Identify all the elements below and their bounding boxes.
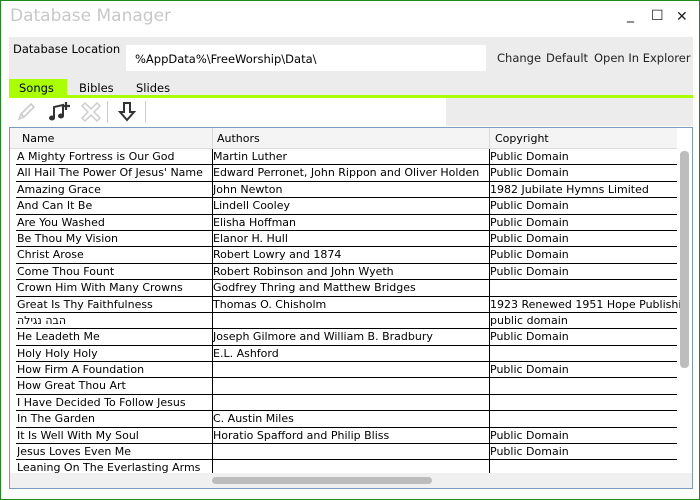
- table-row[interactable]: Be Thou My Vision Elanor H. Hull Public Do…: [16, 231, 677, 248]
- table-row[interactable]: Jesus Loves Even Me Public Domain: [16, 444, 677, 461]
- column-header-name[interactable]: Name: [22, 132, 54, 145]
- column-header-authors[interactable]: Authors: [217, 132, 260, 145]
- copyright-cell: Public Domain: [490, 231, 569, 245]
- pencil-icon[interactable]: [12, 100, 40, 124]
- table-row[interactable]: Holy Holy Holy E.L. Ashford: [16, 346, 677, 363]
- table-row[interactable]: Amazing Grace John Newton 1982 Jubilate Hy…: [16, 182, 677, 199]
- open-in-explorer-button[interactable]: Open In Explorer: [594, 51, 691, 65]
- table-body: A Mighty Fortress is Our God Martin Luthe…: [16, 149, 680, 477]
- maximize-button[interactable]: ☐: [651, 8, 664, 24]
- table-row[interactable]: How Great Thou Art: [16, 378, 677, 395]
- authors-cell: Elanor H. Hull: [213, 231, 288, 245]
- vertical-scroll-thumb[interactable]: [680, 151, 689, 368]
- table-row[interactable]: I Have Decided To Follow Jesus: [16, 395, 677, 412]
- name-cell: Come Thou Fount: [17, 264, 115, 278]
- name-cell: And Can It Be: [17, 199, 93, 213]
- toolbar-separator: [107, 101, 108, 123]
- name-cell: Are You Washed: [17, 215, 105, 229]
- authors-cell: Martin Luther: [213, 150, 288, 163]
- name-cell: It Is Well With My Soul: [17, 428, 139, 442]
- horizontal-scroll-thumb[interactable]: [212, 477, 432, 484]
- copyright-cell: Public Domain: [490, 248, 569, 262]
- authors-cell: Lindell Cooley: [213, 199, 290, 213]
- authors-cell: Robert Robinson and John Wyeth: [213, 264, 394, 278]
- close-button[interactable]: ✕: [676, 9, 688, 25]
- change-button[interactable]: Change: [497, 51, 541, 65]
- name-cell: Christ Arose: [17, 248, 84, 262]
- table-row[interactable]: And Can It Be Lindell Cooley Public Domain: [16, 198, 677, 215]
- minimize-button[interactable]: _: [627, 7, 634, 23]
- table-row[interactable]: In The Garden C. Austin Miles: [16, 411, 677, 428]
- authors-cell: Edward Perronet, John Rippon and Oliver …: [213, 166, 480, 180]
- location-panel: Database Location %AppData%\FreeWorship\…: [9, 37, 693, 97]
- copyright-cell: Public Domain: [490, 363, 569, 377]
- name-cell: Be Thou My Vision: [17, 231, 119, 245]
- default-button[interactable]: Default: [546, 51, 588, 65]
- table-row[interactable]: He Leadeth Me Joseph Gilmore and William …: [16, 329, 677, 346]
- name-cell: In The Garden: [17, 412, 95, 426]
- authors-cell: Joseph Gilmore and William B. Bradbury: [213, 330, 433, 344]
- column-header-copyright[interactable]: Copyright: [495, 132, 549, 145]
- name-cell: A Mighty Fortress is Our God: [17, 150, 175, 163]
- name-cell: הבה נגילה: [17, 313, 67, 327]
- database-manager-window: Database Manager _ ☐ ✕ Database Location…: [0, 0, 700, 500]
- name-cell: Crown Him With Many Crowns: [17, 281, 183, 295]
- window-title: Database Manager: [10, 6, 172, 26]
- table-row[interactable]: Great Is Thy Faithfulness Thomas O. Chish…: [16, 297, 680, 313]
- database-location-label: Database Location: [13, 42, 121, 56]
- name-cell: I Have Decided To Follow Jesus: [17, 395, 186, 409]
- copyright-cell: public domain: [490, 313, 568, 327]
- copyright-cell: 1982 Jubilate Hymns Limited: [490, 182, 649, 196]
- copyright-cell: Public Domain: [490, 428, 569, 442]
- name-cell: Great Is Thy Faithfulness: [17, 297, 153, 311]
- table-row[interactable]: How Firm A Foundation Public Domain: [16, 362, 677, 379]
- add-song-icon[interactable]: [45, 100, 73, 124]
- authors-cell: Godfrey Thring and Matthew Bridges: [213, 281, 416, 295]
- name-cell: How Firm A Foundation: [17, 363, 145, 377]
- toolbar-separator: [145, 101, 146, 123]
- column-divider: [489, 128, 490, 149]
- songs-table: Name Authors Copyright A Mighty Fortress…: [9, 127, 693, 489]
- copyright-cell: Public Domain: [490, 150, 569, 163]
- authors-cell: Horatio Spafford and Philip Bliss: [213, 428, 390, 442]
- copyright-cell: Public Domain: [490, 215, 569, 229]
- authors-cell: Elisha Hoffman: [213, 215, 297, 229]
- table-row[interactable]: Christ Arose Robert Lowry and 1874 Public …: [16, 247, 677, 264]
- copyright-cell: Public Domain: [490, 445, 569, 459]
- copyright-cell: Public Domain: [490, 199, 569, 213]
- name-cell: Amazing Grace: [17, 182, 101, 196]
- table-row[interactable]: It Is Well With My Soul Horatio Spafford …: [16, 428, 677, 445]
- import-arrow-icon[interactable]: [113, 100, 141, 124]
- column-line: [212, 149, 213, 473]
- authors-cell: Robert Lowry and 1874: [213, 248, 342, 262]
- copyright-cell: Public Domain: [490, 166, 569, 180]
- table-row[interactable]: הבה נגילה public domain: [16, 313, 677, 330]
- copyright-cell: Public Domain: [490, 330, 569, 344]
- delete-icon[interactable]: [77, 100, 105, 124]
- column-divider: [212, 128, 213, 149]
- name-cell: Holy Holy Holy: [17, 346, 98, 360]
- vertical-scrollbar[interactable]: [679, 149, 691, 474]
- table-header: Name Authors Copyright: [10, 128, 677, 149]
- name-cell: All Hail The Power Of Jesus' Name: [17, 166, 203, 180]
- copyright-cell: Public Domain: [490, 264, 569, 278]
- table-row[interactable]: Crown Him With Many Crowns Godfrey Thring…: [16, 280, 677, 297]
- copyright-cell: 1923 Renewed 1951 Hope Publishing: [490, 297, 680, 311]
- authors-cell: E.L. Ashford: [213, 346, 279, 360]
- horizontal-scrollbar[interactable]: [10, 473, 692, 488]
- authors-cell: John Newton: [213, 182, 283, 196]
- name-cell: Jesus Loves Even Me: [17, 445, 132, 459]
- column-line: [489, 149, 490, 473]
- toolbar-background: [446, 98, 693, 126]
- database-location-field[interactable]: %AppData%\FreeWorship\Data\: [126, 45, 486, 71]
- table-row[interactable]: Come Thou Fount Robert Robinson and John …: [16, 264, 677, 281]
- authors-cell: C. Austin Miles: [213, 412, 294, 426]
- name-cell: He Leadeth Me: [17, 330, 100, 344]
- authors-cell: Thomas O. Chisholm: [213, 297, 327, 311]
- toolbar: [9, 98, 446, 126]
- table-row[interactable]: Are You Washed Elisha Hoffman Public Domai…: [16, 215, 677, 231]
- table-row[interactable]: A Mighty Fortress is Our God Martin Luthe…: [16, 149, 677, 166]
- name-cell: How Great Thou Art: [17, 379, 126, 393]
- table-row[interactable]: All Hail The Power Of Jesus' Name Edward …: [16, 165, 677, 182]
